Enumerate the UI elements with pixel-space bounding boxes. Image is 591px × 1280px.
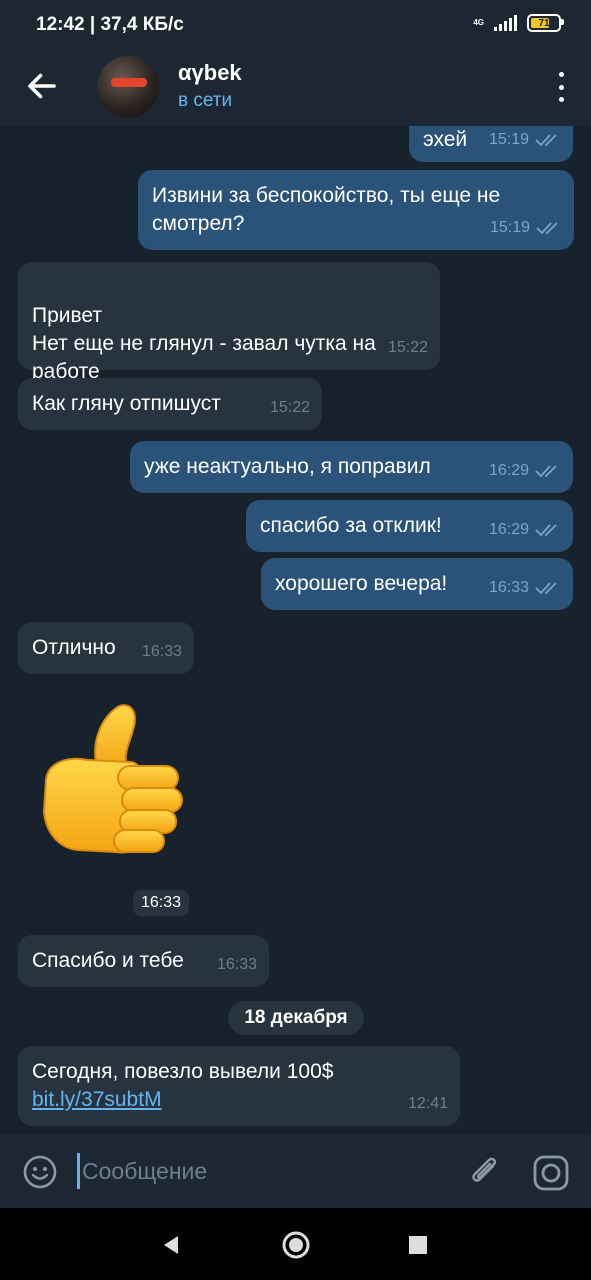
- message-bubble[interactable]: спасибо за отклик! 16:29: [246, 500, 573, 552]
- message-bubble[interactable]: Привет Нет еще не глянул - завал чутка н…: [18, 262, 440, 383]
- message-bubble[interactable]: Извини за беспокойство, ты еще не смотре…: [138, 170, 574, 250]
- double-check-icon: [535, 582, 557, 595]
- double-check-icon: [535, 134, 557, 147]
- network-type: 4G: [473, 18, 484, 27]
- message-time: 15:22: [387, 339, 428, 356]
- more-options-icon[interactable]: [557, 72, 565, 102]
- text-cursor: [77, 1153, 80, 1189]
- message-time: 15:19: [489, 219, 530, 236]
- attach-icon[interactable]: [466, 1152, 502, 1192]
- message-bubble[interactable]: Спасибо и тебе 16:33: [18, 935, 269, 987]
- back-arrow-icon[interactable]: [24, 68, 60, 104]
- battery-level: 71: [538, 17, 550, 29]
- message-text: Извини за беспокойство, ты еще не смотре…: [152, 184, 501, 235]
- system-nav-bar: [0, 1208, 591, 1280]
- message-time: 16:29: [488, 462, 529, 479]
- message-link[interactable]: bit.ly/37subtM: [32, 1088, 162, 1111]
- date-separator: 18 декабря: [228, 1001, 364, 1035]
- double-check-icon: [536, 222, 558, 235]
- message-text: Сегодня, повезло вывели 100$: [32, 1060, 334, 1083]
- message-time: 15:19: [488, 131, 529, 148]
- message-time: 16:33: [488, 579, 529, 596]
- message-time: 15:22: [269, 399, 310, 416]
- message-bubble[interactable]: уже неактуально, я поправил 16:29: [130, 441, 573, 493]
- message-text: уже неактуально, я поправил: [144, 455, 431, 478]
- message-time: 16:29: [488, 521, 529, 538]
- message-composer: Сообщение: [0, 1134, 591, 1208]
- nav-recents-icon[interactable]: [408, 1235, 428, 1255]
- camera-icon[interactable]: [532, 1154, 570, 1192]
- message-bubble[interactable]: эхей 15:19: [409, 126, 573, 162]
- message-time: 16:33: [141, 643, 182, 660]
- message-text: Как гляну отпишуст: [32, 392, 221, 415]
- status-time: 12:42 | 37,4 КБ/с: [36, 14, 184, 35]
- signal-icon: [494, 15, 517, 31]
- chat-header: αγbek в сети: [0, 52, 591, 126]
- avatar[interactable]: [97, 56, 159, 118]
- battery-icon: 71: [527, 14, 564, 32]
- nav-back-icon[interactable]: [160, 1234, 182, 1256]
- double-check-icon: [535, 524, 557, 537]
- message-text: Отлично: [32, 636, 116, 659]
- contact-name[interactable]: αγbek: [178, 60, 242, 86]
- message-text: Привет Нет еще не глянул - завал чутка н…: [32, 304, 376, 383]
- contact-status: в сети: [178, 90, 233, 111]
- message-input[interactable]: Сообщение: [82, 1158, 207, 1185]
- message-text: спасибо за отклик!: [260, 514, 442, 537]
- emoji-icon[interactable]: [22, 1154, 58, 1190]
- message-text: хорошего вечера!: [275, 572, 448, 595]
- message-text: эхей: [423, 128, 468, 151]
- message-bubble[interactable]: Сегодня, повезло вывели 100$ bit.ly/37su…: [18, 1046, 460, 1126]
- message-bubble[interactable]: Отлично 16:33: [18, 622, 194, 674]
- thumbs-up-sticker[interactable]: [38, 700, 188, 860]
- message-bubble[interactable]: Как гляну отпишуст 15:22: [18, 378, 322, 430]
- message-time: 16:33: [216, 956, 257, 973]
- double-check-icon: [535, 465, 557, 478]
- message-bubble[interactable]: хорошего вечера! 16:33: [261, 558, 573, 610]
- message-list[interactable]: эхей 15:19 Извини за беспокойство, ты ещ…: [0, 126, 591, 1134]
- message-time: 12:41: [407, 1095, 448, 1112]
- nav-home-icon[interactable]: [281, 1230, 311, 1260]
- sticker-time: 16:33: [133, 890, 189, 916]
- status-bar: 12:42 | 37,4 КБ/с 4G 71: [0, 0, 591, 52]
- message-text: Спасибо и тебе: [32, 949, 184, 972]
